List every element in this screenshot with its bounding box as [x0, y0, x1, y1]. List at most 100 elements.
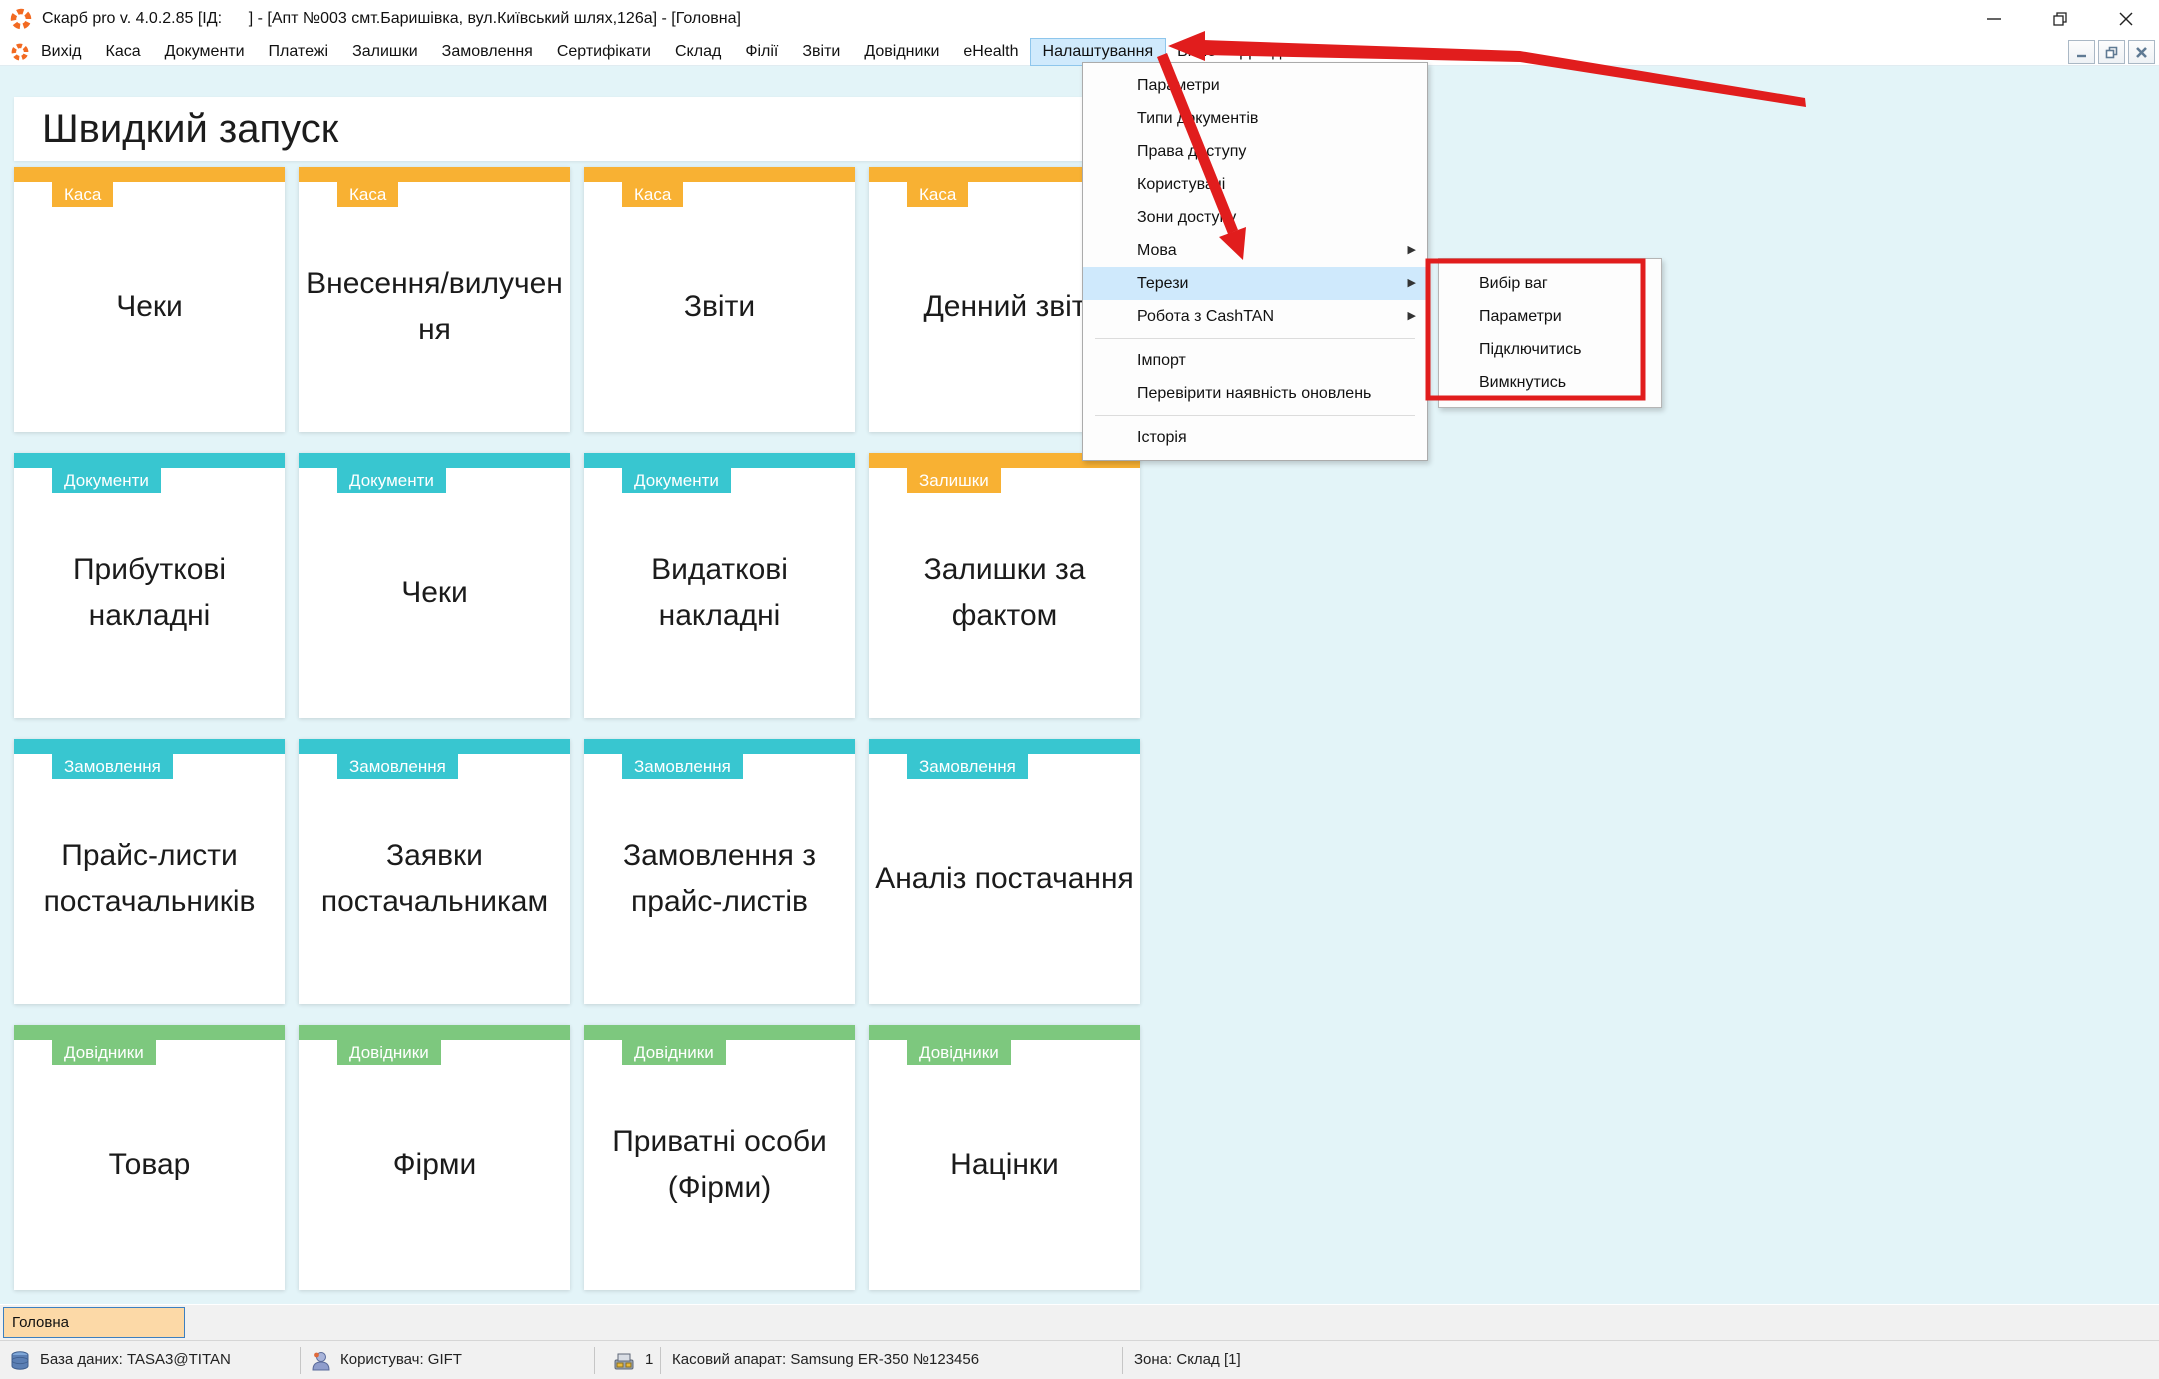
mdi-close-button[interactable] — [2128, 40, 2155, 64]
submenu-item-pidkliuchytys[interactable]: Підключитись — [1439, 333, 1661, 366]
tile-zaiavky-postachalnykam[interactable]: Заявки постачальникам Замовлення — [299, 739, 570, 1004]
menu-sertyfikaty[interactable]: Сертифікати — [545, 39, 663, 65]
menu-dovidnyky[interactable]: Довідники — [852, 39, 951, 65]
tile-title: Товар — [14, 1040, 285, 1290]
menu-item-import[interactable]: Імпорт — [1083, 344, 1427, 377]
menu-nalashtuvannia[interactable]: Налаштування — [1031, 39, 1166, 65]
tile-title: Внесення/вилучен ня — [299, 182, 570, 432]
status-user: Користувач: GIFT — [340, 1341, 462, 1379]
chevron-right-icon: ▶ — [1408, 234, 1416, 267]
main-area: Швидкий запуск Чеки Каса Внесення/вилуче… — [0, 66, 2159, 1304]
menu-dovidka[interactable]: Довідка — [1228, 39, 1310, 65]
scales-submenu: Вибір ваг Параметри Підключитись Вимкнут… — [1438, 258, 1662, 408]
tile-pryvatni-osoby[interactable]: Приватні особи (Фірми) Довідники — [584, 1025, 855, 1290]
menu-item-typy-dokumentiv[interactable]: Типи документів — [1083, 102, 1427, 135]
page-title: Швидкий запуск — [14, 107, 338, 152]
menu-bar: Вихід Каса Документи Платежі Залишки Зам… — [0, 38, 2159, 66]
menu-platezhi[interactable]: Платежі — [257, 39, 341, 65]
settings-dropdown-menu: Параметри Типи документів Права доступу … — [1082, 62, 1428, 461]
title-bar: Скарб pro v. 4.0.2.85 [ІД: ] - [Апт №003… — [0, 0, 2159, 38]
menu-item-prava-dostupu[interactable]: Права доступу — [1083, 135, 1427, 168]
tile-vydatkovi-nakladni[interactable]: Видаткові накладні Документи — [584, 453, 855, 718]
app-logo-icon-small — [11, 43, 29, 61]
tile-category-tag: Документи — [337, 468, 446, 493]
tab-row: Головна — [0, 1304, 2159, 1340]
tile-cheky-dokumenty[interactable]: Чеки Документи — [299, 453, 570, 718]
tile-category-tag: Каса — [907, 182, 968, 207]
menu-zamovlennia[interactable]: Замовлення — [430, 39, 545, 65]
menu-vykhid[interactable]: Вихід — [29, 39, 94, 65]
mdi-minimize-button[interactable] — [2068, 40, 2095, 64]
tile-title: Заявки постачальникам — [299, 754, 570, 1004]
tile-category-strip — [584, 453, 855, 468]
tile-category-strip — [299, 167, 570, 182]
tile-category-strip — [14, 1025, 285, 1040]
tile-category-strip — [584, 739, 855, 754]
menu-item-label: Мова — [1137, 242, 1177, 259]
tile-firmy[interactable]: Фірми Довідники — [299, 1025, 570, 1290]
menu-item-parametry[interactable]: Параметри — [1083, 69, 1427, 102]
menu-item-label: Терези — [1137, 275, 1189, 292]
tile-tovar[interactable]: Товар Довідники — [14, 1025, 285, 1290]
mdi-restore-button[interactable] — [2098, 40, 2125, 64]
status-separator — [660, 1347, 661, 1374]
mdi-minimize-icon — [2075, 46, 2088, 59]
submenu-item-parametry[interactable]: Параметри — [1439, 300, 1661, 333]
menu-ehealth[interactable]: eHealth — [951, 39, 1030, 65]
menu-item-korystuvachi[interactable]: Користувачі — [1083, 168, 1427, 201]
tab-holovna[interactable]: Головна — [3, 1307, 185, 1338]
tile-title: Видаткові накладні — [584, 468, 855, 718]
status-separator — [300, 1347, 301, 1374]
tile-category-tag: Довідники — [907, 1040, 1011, 1065]
menu-item-perevirity-onovlennia[interactable]: Перевірити наявність оновлень — [1083, 377, 1427, 410]
window-restore-button[interactable] — [2027, 0, 2093, 38]
tile-title: Приватні особи (Фірми) — [584, 1040, 855, 1290]
tile-analiz-postachannia[interactable]: Аналіз постачання Замовлення — [869, 739, 1140, 1004]
menu-dokumenty[interactable]: Документи — [153, 39, 257, 65]
user-icon — [310, 1350, 332, 1372]
tile-title: Аналіз постачання — [869, 754, 1140, 1004]
tile-category-tag: Замовлення — [337, 754, 458, 779]
quick-launch-header: Швидкий запуск — [14, 97, 1140, 161]
chevron-right-icon: ▶ — [1408, 267, 1416, 300]
tile-natsinky[interactable]: Націнки Довідники — [869, 1025, 1140, 1290]
window-minimize-button[interactable] — [1961, 0, 2027, 38]
menu-item-istoriia[interactable]: Історія — [1083, 421, 1427, 454]
tile-category-tag: Каса — [337, 182, 398, 207]
tile-vnesennia-vyluchennia[interactable]: Внесення/вилучен ня Каса — [299, 167, 570, 432]
mdi-close-icon — [2135, 46, 2148, 59]
menu-item-zony-dostupu[interactable]: Зони доступу — [1083, 201, 1427, 234]
status-zone: Зона: Склад [1] — [1134, 1341, 1241, 1379]
submenu-item-vymknutys[interactable]: Вимкнутись — [1439, 366, 1661, 399]
menu-vikno[interactable]: Вікно — [1165, 39, 1228, 65]
tile-category-tag: Замовлення — [622, 754, 743, 779]
tile-zvity-kasa[interactable]: Звіти Каса — [584, 167, 855, 432]
tile-category-tag: Замовлення — [907, 754, 1028, 779]
menu-kasa[interactable]: Каса — [94, 39, 153, 65]
tile-title: Чеки — [299, 468, 570, 718]
menu-item-terezy[interactable]: Терези ▶ — [1083, 267, 1427, 300]
menu-item-robota-z-cashtan[interactable]: Робота з CashTAN ▶ — [1083, 300, 1427, 333]
tile-category-strip — [869, 739, 1140, 754]
menu-zvity[interactable]: Звіти — [790, 39, 852, 65]
restore-icon — [2050, 9, 2070, 29]
tile-title: Прибуткові накладні — [14, 468, 285, 718]
status-cash-register: Касовий апарат: Samsung ER-350 №123456 — [672, 1341, 979, 1379]
submenu-item-vybir-vah[interactable]: Вибір ваг — [1439, 267, 1661, 300]
chevron-right-icon: ▶ — [1408, 300, 1416, 333]
status-separator — [1122, 1347, 1123, 1374]
window-close-button[interactable] — [2093, 0, 2159, 38]
tile-prais-lysty-postachalnykiv[interactable]: Прайс-листи постачальників Замовлення — [14, 739, 285, 1004]
menu-sklad[interactable]: Склад — [663, 39, 733, 65]
status-database: База даних: TASA3@TITAN — [40, 1341, 231, 1379]
tile-cheky-kasa[interactable]: Чеки Каса — [14, 167, 285, 432]
menu-filii[interactable]: Філії — [733, 39, 790, 65]
menu-item-mova[interactable]: Мова ▶ — [1083, 234, 1427, 267]
status-bar: База даних: TASA3@TITAN Користувач: GIFT… — [0, 1340, 2159, 1379]
menu-zalyshky[interactable]: Залишки — [340, 39, 430, 65]
window-title: Скарб pro v. 4.0.2.85 [ІД: ] - [Апт №003… — [42, 10, 741, 28]
tile-zalyshky-za-faktom[interactable]: Залишки за фактом Залишки — [869, 453, 1140, 718]
tile-zamovlennia-z-prais-lystiv[interactable]: Замовлення з прайс-листів Замовлення — [584, 739, 855, 1004]
close-icon — [2116, 9, 2136, 29]
tile-prybutkovi-nakladni[interactable]: Прибуткові накладні Документи — [14, 453, 285, 718]
